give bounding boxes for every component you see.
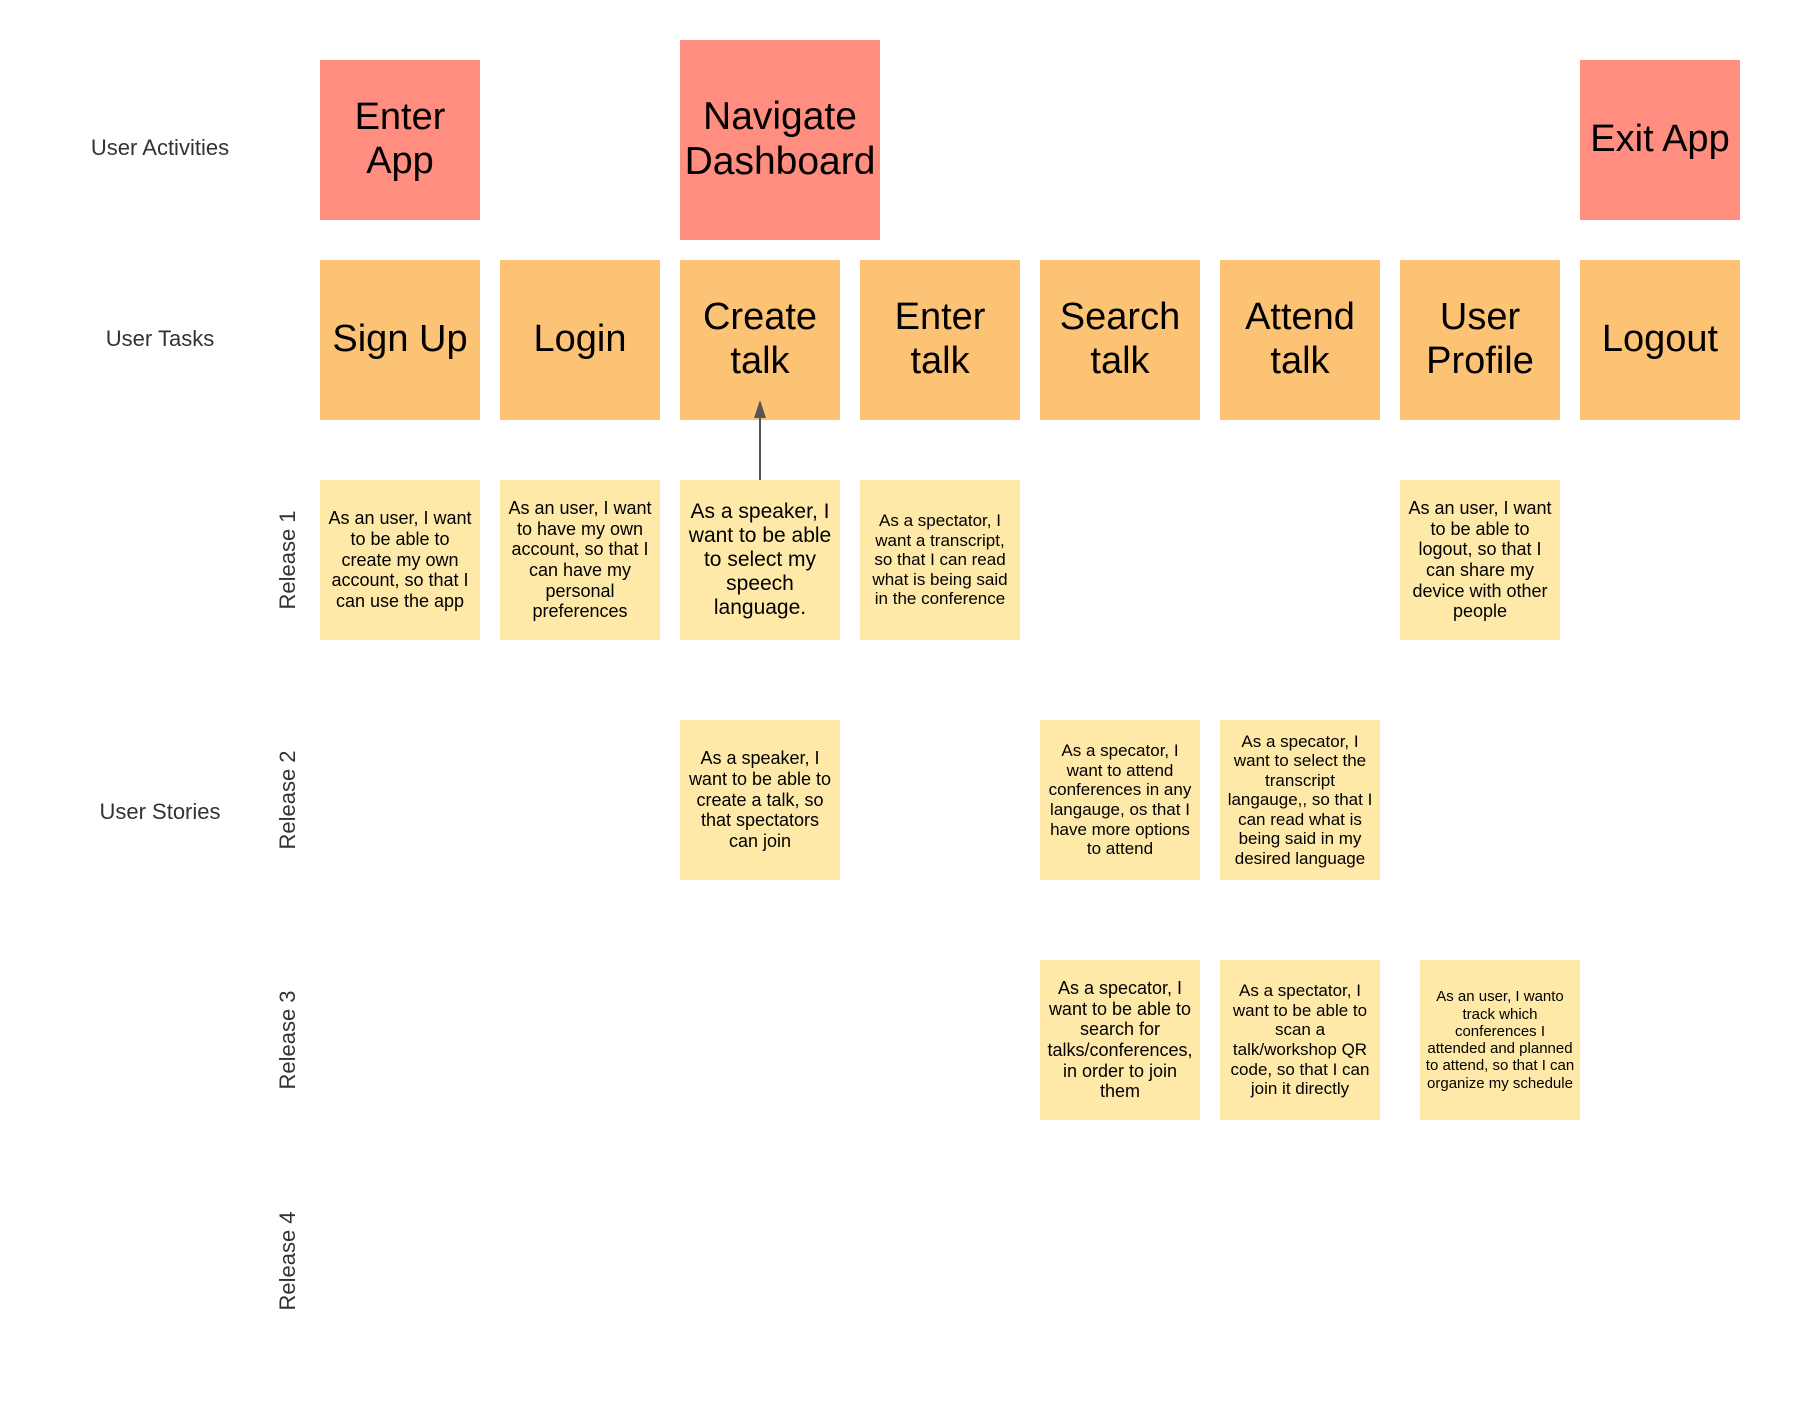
task-sticky-logout[interactable]: Logout xyxy=(1580,260,1740,420)
story-sticky-search-talk-r2[interactable]: As a specator, I want to attend conferen… xyxy=(1040,720,1200,880)
row-label-user-tasks: User Tasks xyxy=(105,326,215,351)
story-sticky-create-talk-r2[interactable]: As a speaker, I want to be able to creat… xyxy=(680,720,840,880)
story-sticky-create-talk-r1[interactable]: As a speaker, I want to be able to selec… xyxy=(680,480,840,640)
task-label: Attend talk xyxy=(1245,296,1355,382)
story-sticky-attend-talk-r2[interactable]: As a specator, I want to select the tran… xyxy=(1220,720,1380,880)
activity-label: Exit App xyxy=(1590,118,1730,161)
task-label: Logout xyxy=(1601,318,1719,361)
activity-label: Navigate Dashboard xyxy=(684,95,876,183)
story-sticky-attend-talk-r3[interactable]: As a spectator, I want to be able to sca… xyxy=(1220,960,1380,1120)
story-sticky-login-r1[interactable]: As an user, I want to have my own accoun… xyxy=(500,480,660,640)
connector-arrow[interactable] xyxy=(0,0,1800,1420)
story-text: As a specator, I want to select the tran… xyxy=(1227,731,1373,868)
story-text: As a specator, I want to be able to sear… xyxy=(1047,977,1193,1102)
release-label-3: Release 3 xyxy=(275,990,300,1090)
task-label: User Profile xyxy=(1426,296,1534,382)
activity-sticky-enter-app[interactable]: Enter App xyxy=(320,60,480,220)
story-sticky-sign-up-r1[interactable]: As an user, I want to be able to create … xyxy=(320,480,480,640)
task-label: Enter talk xyxy=(894,296,986,382)
story-text: As an user, I wanto track which conferen… xyxy=(1425,988,1575,1092)
task-label: Sign Up xyxy=(332,318,468,361)
task-sticky-login[interactable]: Login xyxy=(500,260,660,420)
activity-sticky-navigate-dashboard[interactable]: Navigate Dashboard xyxy=(680,40,880,240)
task-label: Create talk xyxy=(702,296,818,382)
story-sticky-user-profile-r3[interactable]: As an user, I wanto track which conferen… xyxy=(1420,960,1580,1120)
task-label: Login xyxy=(533,318,627,361)
task-sticky-user-profile[interactable]: User Profile xyxy=(1400,260,1560,420)
task-sticky-sign-up[interactable]: Sign Up xyxy=(320,260,480,420)
story-text: As a speaker, I want to be able to creat… xyxy=(688,748,832,852)
story-text: As an user, I want to be able to logout,… xyxy=(1408,497,1552,622)
release-label-4: Release 4 xyxy=(275,1211,300,1311)
row-label-user-activities: User Activities xyxy=(90,135,230,160)
release-label-1: Release 1 xyxy=(275,510,300,610)
row-label-user-stories: User Stories xyxy=(99,799,221,824)
story-text: As an user, I want to be able to create … xyxy=(328,508,472,612)
story-text: As a spectator, I want a transcript, so … xyxy=(872,511,1008,609)
story-text: As a speaker, I want to be able to selec… xyxy=(688,499,832,620)
task-sticky-search-talk[interactable]: Search talk xyxy=(1040,260,1200,420)
story-text: As a spectator, I want to be able to sca… xyxy=(1230,981,1370,1099)
story-text: As an user, I want to have my own accoun… xyxy=(508,497,652,622)
activity-sticky-exit-app[interactable]: Exit App xyxy=(1580,60,1740,220)
task-sticky-enter-talk[interactable]: Enter talk xyxy=(860,260,1020,420)
task-label: Search talk xyxy=(1059,296,1181,382)
story-sticky-search-talk-r3[interactable]: As a specator, I want to be able to sear… xyxy=(1040,960,1200,1120)
activity-label: Enter App xyxy=(354,96,446,182)
task-sticky-create-talk[interactable]: Create talk xyxy=(680,260,840,420)
story-sticky-user-profile-r1[interactable]: As an user, I want to be able to logout,… xyxy=(1400,480,1560,640)
task-sticky-attend-talk[interactable]: Attend talk xyxy=(1220,260,1380,420)
story-sticky-enter-talk-r1[interactable]: As a spectator, I want a transcript, so … xyxy=(860,480,1020,640)
story-text: As a specator, I want to attend conferen… xyxy=(1048,741,1192,859)
release-label-2: Release 2 xyxy=(275,750,300,850)
